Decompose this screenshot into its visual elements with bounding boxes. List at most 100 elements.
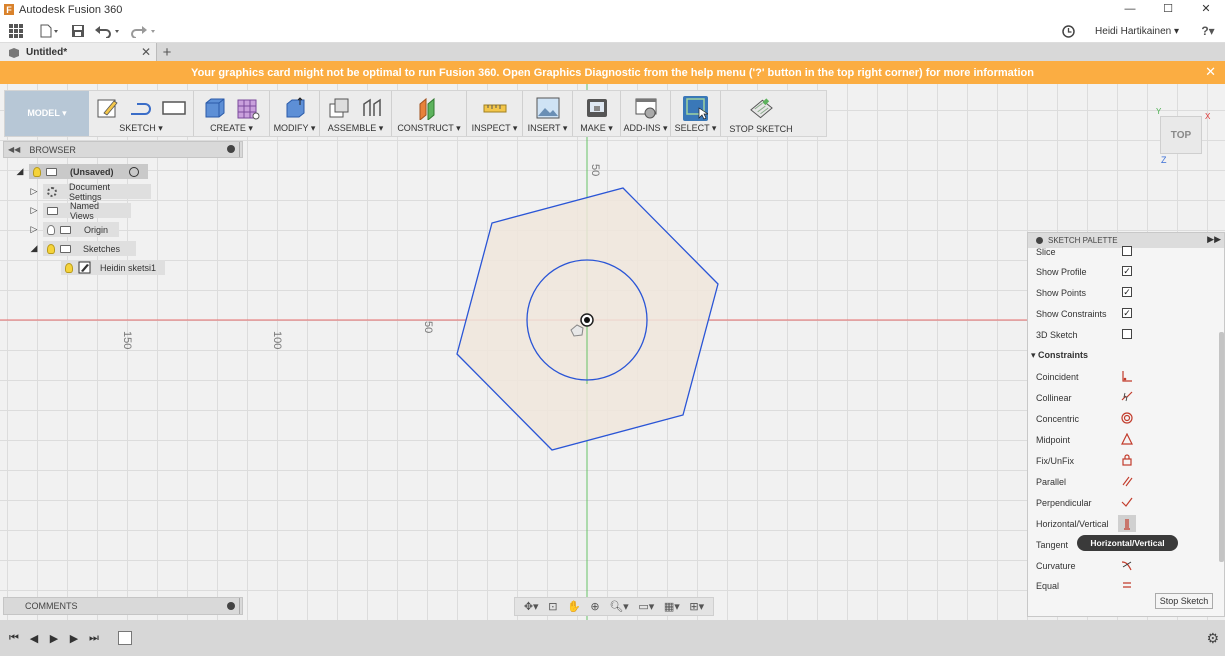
modify-menu-label[interactable]: MODIFY ▾ — [274, 123, 316, 134]
perpendicular-icon[interactable] — [1121, 496, 1133, 508]
expanded-arrow-icon[interactable]: ◢ — [29, 243, 39, 254]
joint-icon[interactable] — [360, 96, 385, 121]
root-node[interactable]: (Unsaved) — [29, 164, 148, 179]
constraint-parallel[interactable]: Parallel — [1036, 475, 1216, 489]
select-group[interactable]: SELECT ▾ — [671, 91, 721, 136]
play-icon[interactable]: ▶ — [44, 632, 64, 645]
make-group[interactable]: MAKE ▾ — [573, 91, 621, 136]
palette-option-show-profile[interactable]: Show Profile ✓ — [1036, 265, 1216, 279]
equal-icon[interactable] — [1121, 579, 1133, 591]
scripts-icon[interactable] — [633, 96, 658, 121]
close-window-button[interactable]: ✕ — [1187, 0, 1225, 19]
stop-sketch-group[interactable]: STOP SKETCH — [721, 91, 801, 136]
new-component-icon[interactable] — [327, 96, 352, 121]
collinear-icon[interactable] — [1121, 391, 1133, 403]
visibility-bulb-icon[interactable] — [33, 166, 41, 177]
show-profile-checkbox[interactable]: ✓ — [1122, 266, 1132, 276]
undo-icon[interactable] — [90, 19, 126, 43]
document-settings-node[interactable]: Document Settings — [43, 182, 151, 202]
constraint-concentric[interactable]: Concentric — [1036, 412, 1216, 426]
go-to-start-icon[interactable]: ⏮ — [4, 632, 24, 645]
look-at-icon[interactable]: ⊡ — [548, 600, 557, 613]
midpoint-icon[interactable] — [1121, 433, 1133, 445]
lock-icon[interactable] — [1121, 454, 1133, 466]
redo-icon[interactable] — [126, 19, 162, 43]
create-sketch-icon[interactable] — [96, 96, 121, 121]
panel-grip-icon[interactable] — [239, 142, 242, 157]
create-group[interactable]: CREATE ▾ — [194, 91, 270, 136]
sketches-node[interactable]: Sketches — [43, 241, 136, 256]
new-tab-button[interactable]: + — [157, 43, 177, 61]
panel-grip-icon[interactable] — [239, 598, 242, 614]
pin-icon[interactable] — [227, 602, 235, 610]
save-icon[interactable] — [66, 19, 90, 43]
browser-item-sketch[interactable]: Heidin sketsi1 — [61, 260, 165, 275]
collapsed-arrow-icon[interactable]: ▷ — [29, 205, 39, 216]
comments-panel[interactable]: COMMENTS — [3, 597, 243, 615]
timeline-sketch-feature-icon[interactable] — [118, 631, 132, 645]
concentric-icon[interactable] — [1121, 412, 1133, 424]
coincident-icon[interactable] — [1121, 370, 1133, 382]
browser-panel-header[interactable]: ◀◀ BROWSER — [3, 141, 243, 158]
assemble-group[interactable]: ASSEMBLE ▾ — [320, 91, 392, 136]
browser-item-root[interactable]: ◢ (Unsaved) — [15, 164, 148, 179]
offset-plane-icon[interactable] — [417, 96, 442, 121]
parallel-icon[interactable] — [1121, 475, 1133, 487]
timeline-settings-gear-icon[interactable]: ⚙ — [1206, 630, 1219, 647]
sketch-group[interactable]: SKETCH ▾ — [89, 91, 194, 136]
palette-option-show-constraints[interactable]: Show Constraints ✓ — [1036, 307, 1216, 321]
sketch-menu-label[interactable]: SKETCH ▾ — [119, 123, 163, 134]
stop-sketch-label[interactable]: STOP SKETCH — [729, 124, 792, 134]
display-settings-icon[interactable]: ▭▾ — [638, 600, 654, 613]
3d-sketch-checkbox[interactable] — [1122, 329, 1132, 339]
viewports-icon[interactable]: ⊞▾ — [689, 600, 704, 613]
collapsed-arrow-icon[interactable]: ▷ — [29, 186, 39, 197]
visibility-bulb-icon[interactable] — [47, 224, 55, 235]
grid-settings-icon[interactable]: ▦▾ — [664, 600, 680, 613]
tab-close-icon[interactable]: ✕ — [141, 45, 151, 59]
palette-option-3d-sketch[interactable]: 3D Sketch — [1036, 328, 1216, 342]
go-to-end-icon[interactable]: ⏭ — [84, 632, 104, 645]
select-tool-icon[interactable] — [683, 95, 708, 121]
measure-icon[interactable] — [482, 96, 507, 121]
show-points-checkbox[interactable]: ✓ — [1122, 287, 1132, 297]
inspect-menu-label[interactable]: INSPECT ▾ — [472, 123, 518, 134]
slice-checkbox[interactable] — [1122, 246, 1132, 256]
user-menu[interactable]: Heidi Hartikainen ▾ — [1095, 26, 1179, 37]
activate-radio-icon[interactable] — [128, 166, 139, 177]
file-icon[interactable] — [32, 19, 66, 43]
form-icon[interactable] — [236, 96, 261, 121]
browser-item-origin[interactable]: ▷ Origin — [29, 222, 119, 237]
select-menu-label[interactable]: SELECT ▾ — [675, 123, 717, 134]
add-ins-menu-label[interactable]: ADD-INS ▾ — [623, 123, 667, 134]
stop-sketch-icon[interactable] — [749, 96, 774, 121]
constraint-equal[interactable]: Equal — [1036, 579, 1216, 593]
create-menu-label[interactable]: CREATE ▾ — [210, 123, 253, 134]
inspect-group[interactable]: INSPECT ▾ — [467, 91, 523, 136]
horizontal-vertical-icon[interactable] — [1118, 515, 1136, 532]
browser-item-sketches[interactable]: ◢ Sketches — [29, 241, 136, 256]
construct-group[interactable]: CONSTRUCT ▾ — [392, 91, 467, 136]
step-back-icon[interactable]: ◀ — [24, 632, 44, 645]
press-pull-icon[interactable] — [282, 96, 307, 121]
banner-close-icon[interactable]: ✕ — [1205, 64, 1216, 80]
make-menu-label[interactable]: MAKE ▾ — [580, 123, 613, 134]
constraint-perpendicular[interactable]: Perpendicular — [1036, 496, 1216, 510]
insert-image-icon[interactable] — [535, 96, 560, 121]
constraint-coincident[interactable]: Coincident — [1036, 370, 1216, 384]
insert-menu-label[interactable]: INSERT ▾ — [528, 123, 568, 134]
origin-node[interactable]: Origin — [43, 222, 119, 237]
restore-button[interactable]: ☐ — [1149, 0, 1187, 19]
expand-arrows-icon[interactable]: ▶▶ — [1207, 234, 1221, 245]
show-constraints-checkbox[interactable]: ✓ — [1122, 308, 1132, 318]
curvature-icon[interactable] — [1121, 559, 1133, 571]
line-icon[interactable] — [129, 96, 154, 121]
constraint-horizontal-vertical[interactable]: Horizontal/Vertical — [1036, 515, 1216, 532]
constraint-collinear[interactable]: Collinear — [1036, 391, 1216, 405]
constraints-section-header[interactable]: ▾ Constraints — [1031, 350, 1088, 361]
expanded-arrow-icon[interactable]: ◢ — [15, 166, 25, 177]
visibility-bulb-icon[interactable] — [65, 262, 73, 273]
insert-group[interactable]: INSERT ▾ — [523, 91, 573, 136]
zoom-icon[interactable]: 🔍︎▾ — [609, 600, 629, 613]
constraint-midpoint[interactable]: Midpoint — [1036, 433, 1216, 447]
